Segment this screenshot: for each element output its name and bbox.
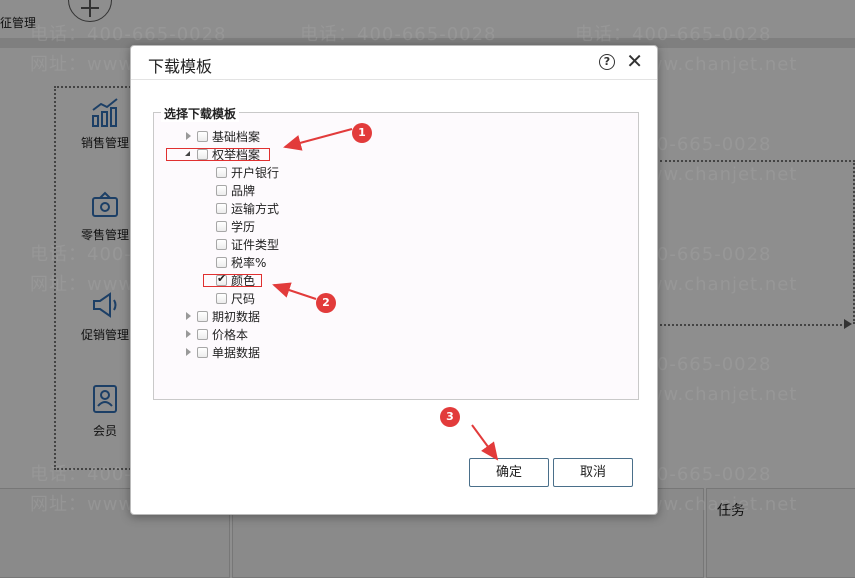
- tree-node[interactable]: 品牌: [216, 181, 255, 199]
- cancel-button[interactable]: 取消: [553, 458, 633, 487]
- checkbox[interactable]: [197, 310, 208, 322]
- member-card-icon: [93, 385, 117, 413]
- checkbox[interactable]: [216, 202, 227, 214]
- dialog-header: 下载模板 ? ✕: [131, 46, 657, 80]
- tree-node[interactable]: 税率%: [216, 253, 266, 271]
- checkbox[interactable]: [216, 292, 227, 304]
- annotation-badge-2: 2: [316, 293, 336, 313]
- tree-node-label: 开户银行: [231, 165, 280, 180]
- tree-node[interactable]: 尺码: [216, 289, 255, 307]
- tree-node[interactable]: 基础档案: [184, 127, 260, 145]
- expand-toggle-icon[interactable]: [184, 131, 194, 141]
- tree-node-label: 学历: [231, 219, 256, 234]
- tree-node[interactable]: 单据数据: [184, 343, 260, 361]
- tree-node-label: 证件类型: [231, 237, 280, 252]
- help-icon[interactable]: ?: [599, 54, 615, 70]
- close-icon[interactable]: ✕: [626, 51, 643, 71]
- nav-label: 促销管理: [80, 328, 129, 342]
- checkbox[interactable]: [197, 328, 208, 340]
- expand-toggle-icon[interactable]: [184, 311, 194, 321]
- sales-chart-icon: [92, 98, 118, 127]
- tree-node-label: 单据数据: [212, 345, 261, 360]
- background-menu-label[interactable]: 征管理: [0, 14, 36, 31]
- retail-register-icon: [92, 191, 118, 217]
- checkbox[interactable]: [216, 256, 227, 268]
- nav-label: 销售管理: [80, 136, 129, 150]
- confirm-button[interactable]: 确定: [469, 458, 549, 487]
- expand-toggle-icon[interactable]: [184, 347, 194, 357]
- highlight-box: [166, 148, 270, 161]
- expand-toggle-icon[interactable]: [184, 329, 194, 339]
- annotation-badge-1: 1: [352, 123, 372, 143]
- tree-node[interactable]: 学历: [216, 217, 255, 235]
- nav-label: 会员: [92, 424, 117, 438]
- checkbox[interactable]: [197, 130, 208, 142]
- add-icon[interactable]: [68, 0, 112, 22]
- annotation-badge-3: 3: [440, 407, 460, 427]
- nav-label: 零售管理: [80, 228, 129, 242]
- flow-arrow-icon: [844, 319, 852, 329]
- download-template-dialog: 下载模板 ? ✕ 选择下载模板 基础档案 权举档案 开户银行 品牌 运输方式 学…: [130, 45, 658, 515]
- checkbox[interactable]: [197, 346, 208, 358]
- checkbox[interactable]: [216, 166, 227, 178]
- tree-node-label: 尺码: [231, 291, 256, 306]
- tree-legend: 选择下载模板: [161, 105, 240, 122]
- tree-node[interactable]: 价格本: [184, 325, 248, 343]
- checkbox[interactable]: [216, 184, 227, 196]
- tree-node-label: 运输方式: [231, 201, 280, 216]
- tree-node[interactable]: 证件类型: [216, 235, 279, 253]
- flow-connector: [660, 160, 855, 162]
- tree-node[interactable]: 开户银行: [216, 163, 279, 181]
- checkbox[interactable]: [216, 220, 227, 232]
- flow-connector: [660, 324, 846, 326]
- tree-node-label: 期初数据: [212, 309, 261, 324]
- tree-node-label: 基础档案: [212, 129, 261, 144]
- megaphone-icon: [93, 292, 117, 318]
- tree-node-label: 品牌: [231, 183, 256, 198]
- tree-node[interactable]: 期初数据: [184, 307, 260, 325]
- highlight-box: [203, 274, 262, 287]
- dialog-title: 下载模板: [148, 57, 213, 76]
- template-tree-group: 选择下载模板 基础档案 权举档案 开户银行 品牌 运输方式 学历 证件类型 税率…: [153, 105, 639, 400]
- tree-node-label: 税率%: [231, 255, 267, 270]
- task-label: 任务: [717, 503, 745, 519]
- checkbox[interactable]: [216, 238, 227, 250]
- tree-node-label: 价格本: [212, 327, 249, 342]
- tree-node[interactable]: 运输方式: [216, 199, 279, 217]
